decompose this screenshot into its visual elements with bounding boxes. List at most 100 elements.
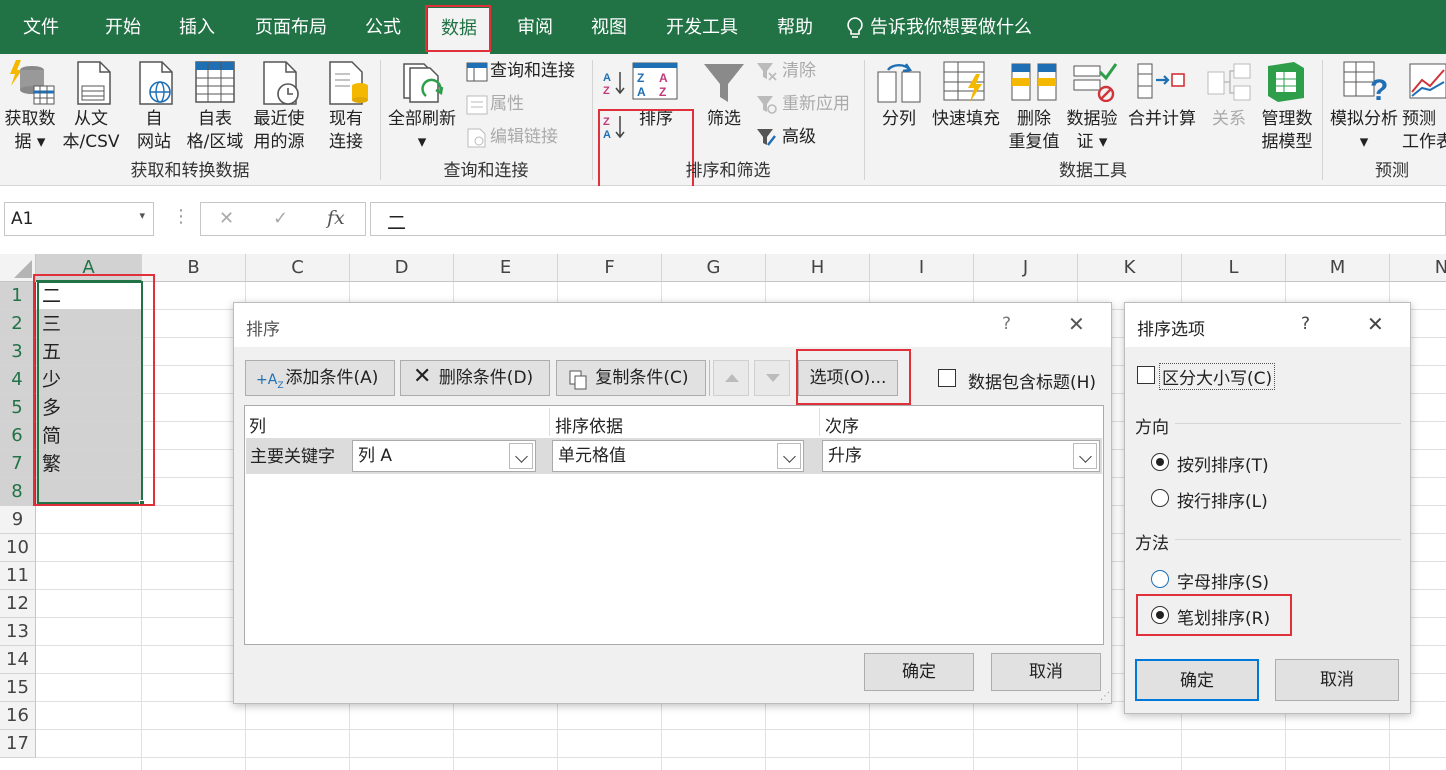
options-ok-button[interactable]: 确定 xyxy=(1135,659,1259,701)
from-table-button[interactable]: 自表 格/区域 xyxy=(180,108,250,154)
tab-review[interactable]: 审阅 xyxy=(504,0,566,54)
column-header-d[interactable]: D xyxy=(350,254,454,282)
row-header-10[interactable]: 10 xyxy=(0,534,36,562)
row-header-16[interactable]: 16 xyxy=(0,702,36,730)
enter-icon[interactable]: ✓ xyxy=(273,208,288,229)
row-header-14[interactable]: 14 xyxy=(0,646,36,674)
reapply-button[interactable]: 重新应用 xyxy=(782,93,850,116)
cancel-icon[interactable]: ✕ xyxy=(219,208,234,229)
text-to-columns-button[interactable]: 分列 xyxy=(870,108,928,131)
left-to-right-radio[interactable] xyxy=(1151,489,1169,507)
sort-on-select[interactable]: 单元格值 xyxy=(552,440,804,472)
add-level-button[interactable]: +AZ 添加条件(A) xyxy=(245,360,395,396)
row-header-1[interactable]: 1 xyxy=(0,282,36,310)
column-header-g[interactable]: G xyxy=(662,254,766,282)
remove-duplicates-button[interactable]: 删除 重复值 xyxy=(1004,108,1064,154)
tab-help[interactable]: 帮助 xyxy=(764,0,826,54)
tab-page-layout[interactable]: 页面布局 xyxy=(244,0,338,54)
flash-fill-button[interactable]: 快速填充 xyxy=(928,108,1004,131)
queries-connections-button[interactable]: 查询和连接 xyxy=(490,60,575,83)
tab-insert[interactable]: 插入 xyxy=(166,0,228,54)
delete-level-button[interactable]: ✕ 删除条件(D) xyxy=(400,360,550,396)
row-header-9[interactable]: 9 xyxy=(0,506,36,534)
get-data-button[interactable]: 获取数据 ▾ xyxy=(0,108,60,154)
advanced-button[interactable]: 高级 xyxy=(782,126,816,149)
help-icon[interactable]: ? xyxy=(1002,314,1011,334)
edit-links-button[interactable]: 编辑链接 xyxy=(490,126,558,149)
data-validation-button[interactable]: 数据验证 ▾ xyxy=(1062,108,1122,154)
close-icon[interactable]: ✕ xyxy=(1068,312,1085,336)
data-valid-label-2: 证 xyxy=(1076,132,1094,152)
help-icon[interactable]: ? xyxy=(1301,314,1310,334)
name-box[interactable]: A1 ▾ xyxy=(4,202,154,236)
sort-dialog-titlebar: 排序 ? ✕ xyxy=(234,303,1111,347)
copy-level-button[interactable]: 复制条件(C) xyxy=(556,360,706,396)
column-header-f[interactable]: F xyxy=(558,254,662,282)
formula-input[interactable]: 二 xyxy=(370,202,1446,236)
relationships-button[interactable]: 关系 xyxy=(1200,108,1258,131)
forecast-sheet-button[interactable]: 预测 工作表 xyxy=(1402,108,1446,154)
resize-grip-icon[interactable]: ⋰ xyxy=(1100,691,1110,702)
row-header-3[interactable]: 3 xyxy=(0,338,36,366)
column-header-l[interactable]: L xyxy=(1182,254,1286,282)
column-header-h[interactable]: H xyxy=(766,254,870,282)
flash-fill-icon xyxy=(942,60,988,108)
has-headers-checkbox[interactable] xyxy=(938,369,956,387)
column-header-e[interactable]: E xyxy=(454,254,558,282)
tab-file[interactable]: 文件 xyxy=(10,0,72,54)
tab-view[interactable]: 视图 xyxy=(578,0,640,54)
order-select[interactable]: 升序 xyxy=(822,440,1100,472)
recent-sources-button[interactable]: 最近使 用的源 xyxy=(248,108,310,154)
select-all-corner[interactable] xyxy=(0,254,36,282)
letter-sort-radio[interactable] xyxy=(1151,570,1169,588)
top-to-bottom-radio[interactable] xyxy=(1151,453,1169,471)
from-csv-button[interactable]: 从文 本/CSV xyxy=(58,108,124,154)
row-header-6[interactable]: 6 xyxy=(0,422,36,450)
row-header-8[interactable]: 8 xyxy=(0,478,36,506)
properties-button[interactable]: 属性 xyxy=(490,93,524,116)
close-icon[interactable]: ✕ xyxy=(1367,312,1384,336)
copy-icon xyxy=(569,368,587,402)
text-to-columns-icon xyxy=(876,60,922,108)
move-up-button[interactable] xyxy=(713,360,749,396)
existing-connections-button[interactable]: 现有 连接 xyxy=(318,108,374,154)
sort-cancel-button[interactable]: 取消 xyxy=(991,653,1101,691)
clear-button[interactable]: 清除 xyxy=(782,60,816,83)
row-header-17[interactable]: 17 xyxy=(0,730,36,758)
row-header-4[interactable]: 4 xyxy=(0,366,36,394)
row-header-11[interactable]: 11 xyxy=(0,562,36,590)
column-header-n[interactable]: N xyxy=(1390,254,1446,282)
sort-ok-button[interactable]: 确定 xyxy=(864,653,974,691)
relationships-icon xyxy=(1206,62,1252,106)
row-header-13[interactable]: 13 xyxy=(0,618,36,646)
manage-data-model-button[interactable]: 管理数 据模型 xyxy=(1254,108,1320,154)
from-web-button[interactable]: 自网站 xyxy=(126,108,182,154)
tab-developer[interactable]: 开发工具 xyxy=(654,0,750,54)
options-cancel-button[interactable]: 取消 xyxy=(1275,659,1399,701)
row-header-7[interactable]: 7 xyxy=(0,450,36,478)
what-if-analysis-button[interactable]: 模拟分析 ▾ xyxy=(1326,108,1402,154)
column-header-m[interactable]: M xyxy=(1286,254,1390,282)
tab-formulas[interactable]: 公式 xyxy=(352,0,414,54)
row-header-5[interactable]: 5 xyxy=(0,394,36,422)
table-icon xyxy=(194,60,236,110)
column-header-j[interactable]: J xyxy=(974,254,1078,282)
tab-home[interactable]: 开始 xyxy=(92,0,154,54)
column-header-k[interactable]: K xyxy=(1078,254,1182,282)
row-header-2[interactable]: 2 xyxy=(0,310,36,338)
edit-links-icon xyxy=(466,128,488,152)
column-select[interactable]: 列 A xyxy=(352,440,536,472)
row-header-12[interactable]: 12 xyxy=(0,590,36,618)
tell-me-search[interactable]: 告诉我你想要做什么 xyxy=(870,0,1040,54)
refresh-all-button[interactable]: 全部刷新 ▾ xyxy=(384,108,460,154)
case-sensitive-checkbox[interactable] xyxy=(1137,366,1155,384)
insert-function-icon[interactable]: fx xyxy=(327,207,345,229)
column-header-c[interactable]: C xyxy=(246,254,350,282)
filter-button[interactable]: 筛选 xyxy=(694,108,754,131)
sort-level-row[interactable]: 主要关键字 列 A 单元格值 升序 xyxy=(246,438,1102,474)
column-header-b[interactable]: B xyxy=(142,254,246,282)
column-header-i[interactable]: I xyxy=(870,254,974,282)
consolidate-button[interactable]: 合并计算 xyxy=(1124,108,1200,131)
row-header-15[interactable]: 15 xyxy=(0,674,36,702)
move-down-button[interactable] xyxy=(754,360,790,396)
